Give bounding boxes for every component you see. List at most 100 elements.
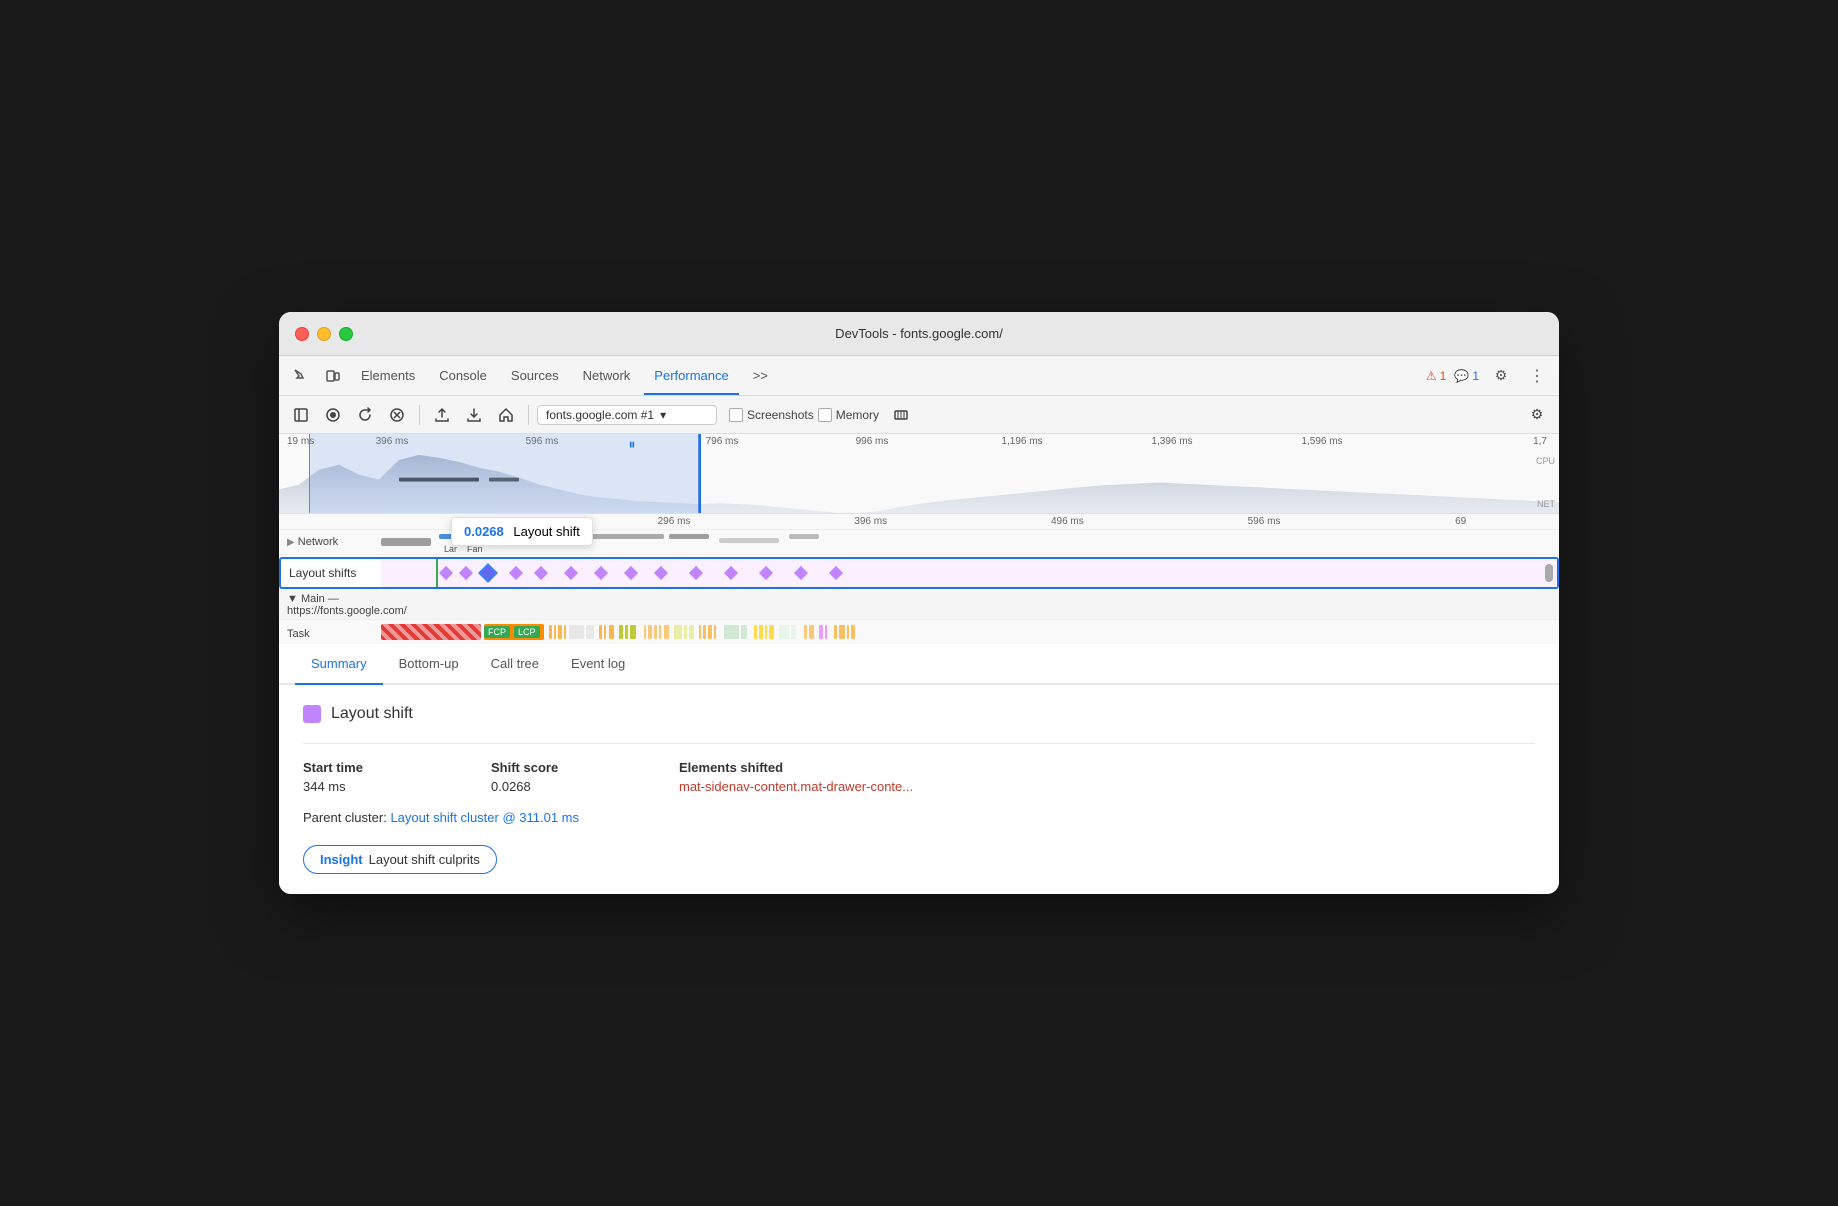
layout-shift-marker-line [436, 559, 438, 587]
tabs-bar: Summary Bottom-up Call tree Event log [279, 644, 1559, 685]
tooltip-score: 0.0268 [464, 524, 504, 539]
elements-header: Elements shifted [679, 760, 1535, 775]
overview-timeline[interactable]: 19 ms 396 ms 596 ms ⏸ 796 ms 996 ms 1,19… [279, 434, 1559, 514]
diamond-selected[interactable] [478, 563, 498, 583]
device-toolbar-icon[interactable] [319, 362, 347, 390]
layout-shifts-track[interactable]: Layout shifts [279, 557, 1559, 589]
parent-cluster-row: Parent cluster: Layout shift cluster @ 3… [303, 810, 1535, 825]
memory-checkbox[interactable] [818, 408, 832, 422]
tab-event-log[interactable]: Event log [555, 644, 641, 683]
close-button[interactable] [295, 327, 309, 341]
net-bar-1 [381, 538, 431, 546]
main-track-label: ▼ Main — https://fonts.google.com/ [279, 591, 379, 619]
event-header: Layout shift [303, 705, 1535, 723]
performance-settings-icon[interactable]: ⚙ [1523, 401, 1551, 429]
fcp-badge: FCP [484, 626, 510, 638]
shift-score-column: Shift score 0.0268 [491, 760, 671, 794]
start-time-column: Start time 344 ms [303, 760, 483, 794]
memory-checkbox-group: Memory [818, 408, 879, 422]
net-bar-5 [719, 538, 779, 543]
start-time-header: Start time [303, 760, 483, 775]
memory-label: Memory [836, 408, 879, 422]
cpu-chart [279, 450, 1559, 513]
event-color-swatch [303, 705, 321, 723]
insight-text: Layout shift culprits [369, 852, 480, 867]
record-icon[interactable] [319, 401, 347, 429]
maximize-button[interactable] [339, 327, 353, 341]
task-track: Task FCP LCP [279, 620, 1559, 644]
clear-icon[interactable] [383, 401, 411, 429]
event-title: Layout shift [331, 705, 413, 723]
reload-icon[interactable] [351, 401, 379, 429]
detail-time-69: 69 [1362, 516, 1559, 527]
task-bars-svg [549, 622, 1449, 644]
summary-panel: Layout shift Start time 344 ms Shift sco… [279, 685, 1559, 894]
task-bars: FCP LCP [379, 620, 1559, 644]
detail-time-296: 296 ms [576, 516, 773, 527]
playhead [699, 434, 701, 513]
diamond-10[interactable] [724, 566, 738, 580]
shift-score-value: 0.0268 [491, 779, 671, 794]
tab-performance[interactable]: Performance [644, 364, 738, 387]
diamond-5[interactable] [564, 566, 578, 580]
insight-button[interactable]: Insight Layout shift culprits [303, 845, 497, 874]
timeline-scrollbar[interactable] [1545, 564, 1553, 582]
tab-console[interactable]: Console [429, 364, 497, 387]
comment-icon: 💬 [1454, 369, 1469, 383]
more-options-icon[interactable]: ⋮ [1523, 364, 1551, 388]
diamond-3[interactable] [509, 566, 523, 580]
diamond-2[interactable] [459, 566, 473, 580]
detail-time-496: 496 ms [969, 516, 1166, 527]
insight-label: Insight [320, 852, 363, 867]
settings-icon[interactable]: ⚙ [1487, 362, 1515, 390]
diamond-8[interactable] [654, 566, 668, 580]
network-track-label: ▶ Network [279, 534, 379, 550]
diamond-1[interactable] [439, 566, 453, 580]
screenshots-checkbox[interactable] [729, 408, 743, 422]
toolbar-divider-2 [528, 405, 529, 425]
url-selector[interactable]: fonts.google.com #1 ▾ [537, 405, 717, 425]
diamond-7[interactable] [624, 566, 638, 580]
window-title: DevTools - fonts.google.com/ [835, 326, 1003, 341]
layout-shifts-label: Layout shifts [281, 564, 381, 582]
home-icon[interactable] [492, 401, 520, 429]
tab-summary[interactable]: Summary [295, 644, 383, 683]
inspect-element-icon[interactable] [287, 362, 315, 390]
task-label: Task [279, 626, 379, 642]
cpu-label: CPU [1536, 456, 1555, 466]
elements-value[interactable]: mat-sidenav-content.mat-drawer-conte... [679, 779, 1535, 794]
main-section-header: ▼ Main — https://fonts.google.com/ [279, 591, 1559, 620]
layout-shifts-content[interactable]: 0.0268 Layout shift [381, 559, 1557, 587]
diamond-13[interactable] [829, 566, 843, 580]
memory-icon[interactable] [887, 401, 915, 429]
comment-badge[interactable]: 💬 1 [1454, 369, 1479, 383]
screenshots-label: Screenshots [747, 408, 814, 422]
diamond-6[interactable] [594, 566, 608, 580]
tab-call-tree[interactable]: Call tree [475, 644, 555, 683]
sidebar-toggle-icon[interactable] [287, 401, 315, 429]
title-bar: DevTools - fonts.google.com/ [279, 312, 1559, 356]
traffic-lights [295, 327, 353, 341]
download-icon[interactable] [460, 401, 488, 429]
detail-time-596: 596 ms [1166, 516, 1363, 527]
performance-toolbar: fonts.google.com #1 ▾ Screenshots Memory… [279, 396, 1559, 434]
net-label: NET [1537, 499, 1555, 509]
warning-badge[interactable]: ⚠ 1 [1426, 369, 1446, 383]
layout-shift-tooltip: 0.0268 Layout shift [451, 517, 593, 546]
tab-sources[interactable]: Sources [501, 364, 569, 387]
diamond-4[interactable] [534, 566, 548, 580]
detail-timeline: 196 ms 296 ms 396 ms 496 ms 596 ms 69 ▶ … [279, 514, 1559, 644]
summary-divider [303, 743, 1535, 744]
tab-bottom-up[interactable]: Bottom-up [383, 644, 475, 683]
toolbar-divider [419, 405, 420, 425]
upload-icon[interactable] [428, 401, 456, 429]
parent-cluster-link[interactable]: Layout shift cluster @ 311.01 ms [390, 810, 579, 825]
diamond-9[interactable] [689, 566, 703, 580]
tab-elements[interactable]: Elements [351, 364, 425, 387]
tab-network[interactable]: Network [573, 364, 641, 387]
diamond-12[interactable] [794, 566, 808, 580]
more-tabs-button[interactable]: >> [743, 364, 778, 387]
diamond-11[interactable] [759, 566, 773, 580]
minimize-button[interactable] [317, 327, 331, 341]
shift-score-header: Shift score [491, 760, 671, 775]
